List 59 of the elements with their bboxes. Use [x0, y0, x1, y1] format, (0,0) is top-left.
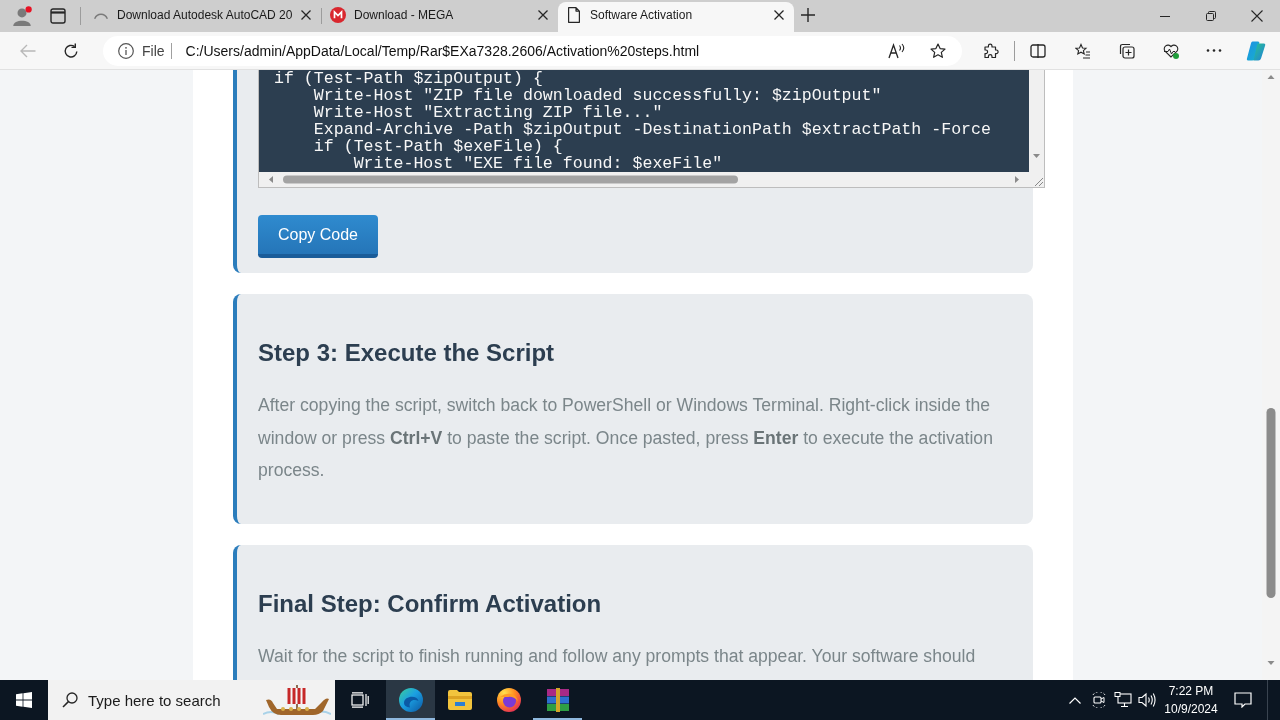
- close-tab-icon[interactable]: [538, 10, 548, 20]
- puzzle-icon[interactable]: [983, 42, 999, 59]
- code-line: Write-Host "EXE file found: $exeFile": [352, 155, 723, 172]
- close-icon[interactable]: [1251, 10, 1263, 22]
- document-icon[interactable]: [568, 7, 580, 23]
- refresh-icon[interactable]: [63, 42, 79, 59]
- close-tab-icon[interactable]: [301, 10, 311, 20]
- copilot-icon[interactable]: [1246, 40, 1266, 61]
- taskbar-app-button[interactable]: [386, 680, 435, 720]
- more-icon[interactable]: [1206, 49, 1222, 52]
- profile-icon[interactable]: [12, 6, 32, 26]
- url-text[interactable]: C:/Users/admin/AppData/Local/Temp/Rar$EXa7328.2606/Activation%20steps.html: [185, 42, 700, 59]
- code-line: if (Test-Path $zipOutput) {: [274, 70, 543, 87]
- section-paragraph: Wait for the script to finish running and follow any prompts that appear. Your software should: [258, 645, 977, 668]
- window-icon[interactable]: [50, 8, 66, 24]
- folder-icon[interactable]: [447, 690, 472, 710]
- winrar-icon[interactable]: [545, 688, 570, 712]
- task-view-icon[interactable]: [350, 692, 369, 708]
- collections-icon[interactable]: [1119, 42, 1135, 59]
- code-line: Write-Host "Extracting ZIP file...": [312, 104, 663, 121]
- split-screen-icon[interactable]: [1030, 42, 1046, 59]
- clock-date: 10/9/2024: [1164, 701, 1218, 718]
- code-line: if (Test-Path $exeFile) {: [312, 138, 563, 155]
- section-heading: Step 3: Execute the Script: [258, 338, 556, 367]
- code-line: Write-Host "ZIP file downloaded successfully: $zipOutput": [312, 87, 882, 104]
- heart-pulse-icon[interactable]: [1163, 42, 1179, 59]
- network-icon[interactable]: [1114, 692, 1132, 708]
- star-icon[interactable]: [930, 42, 946, 59]
- section-heading: Final Step: Confirm Activation: [258, 589, 603, 618]
- browser-tab[interactable]: Software Activation: [558, 2, 794, 32]
- search-icon: [62, 692, 78, 708]
- copy-code-button[interactable]: Copy Code: [258, 215, 378, 258]
- code-textarea[interactable]: [258, 70, 1045, 188]
- clock-time: 7:22 PM: [1168, 683, 1214, 700]
- site-info-label[interactable]: File: [142, 42, 165, 59]
- chevron-up-icon[interactable]: [1069, 696, 1081, 704]
- minimize-icon[interactable]: [1160, 15, 1170, 17]
- address-bar[interactable]: File C:/Users/admin/AppData/Local/Temp/Rar$EXa7328.2606/Activation%20steps.html: [103, 35, 962, 66]
- new-tab-icon[interactable]: [801, 8, 815, 22]
- spinner-icon[interactable]: [93, 11, 109, 19]
- close-tab-icon[interactable]: [774, 10, 784, 20]
- edge-icon[interactable]: [398, 688, 423, 712]
- browser-tab[interactable]: Download - MEGA: [322, 2, 558, 32]
- info-icon[interactable]: [118, 42, 134, 59]
- notification-icon[interactable]: [1234, 692, 1252, 708]
- firefox-icon[interactable]: [496, 688, 521, 712]
- ship-icon: [263, 684, 331, 716]
- restore-icon[interactable]: [1206, 11, 1216, 21]
- logo-icon[interactable]: [330, 7, 346, 23]
- browser-tab[interactable]: Download Autodesk AutoCAD 20: [85, 2, 321, 32]
- page-scrollbar[interactable]: [1262, 70, 1280, 680]
- windows-icon[interactable]: [16, 692, 32, 708]
- read-aloud-icon[interactable]: [888, 42, 906, 59]
- favorites-icon[interactable]: [1075, 42, 1091, 59]
- code-line: Expand-Archive -Path $zipOutput -DestinationPath $extractPath -Force: [312, 121, 991, 138]
- section-paragraph: After copying the script, switch back to PowerShell or Windows Terminal. Right-click inside the window or press Ctrl+V to paste the script. Once pasted, press Enter to execute the activation process.: [258, 394, 994, 482]
- search-field[interactable]: Type here to search: [48, 680, 335, 720]
- volume-icon[interactable]: [1138, 692, 1156, 708]
- camera-icon[interactable]: [1091, 692, 1107, 708]
